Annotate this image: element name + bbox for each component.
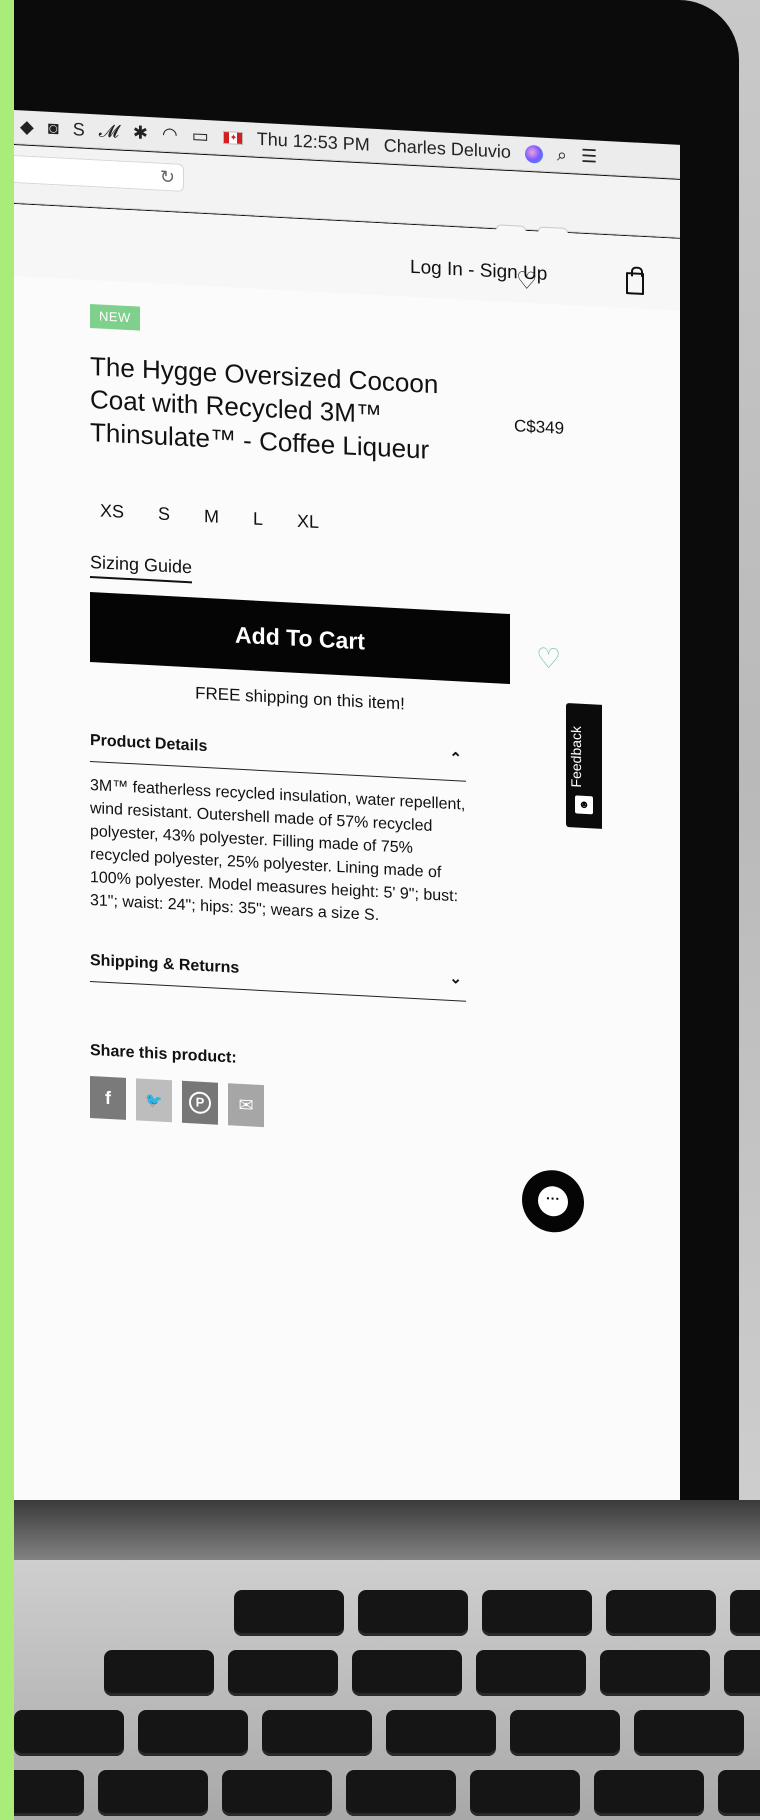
laptop-keyboard [14,1560,760,1820]
keyboard-key [634,1710,744,1756]
keyboard-key [600,1650,710,1696]
size-option-xl[interactable]: XL [297,511,319,533]
size-option-m[interactable]: M [204,506,219,528]
chat-button[interactable]: ··· [522,1168,584,1234]
address-bar[interactable]: ↻ [14,155,184,192]
feedback-face-icon: ☻ [575,795,593,815]
chat-icon: ··· [538,1185,568,1218]
keyboard-key [606,1590,716,1636]
dropbox-icon[interactable]: ◆ [20,116,34,138]
feedback-tab[interactable]: Feedback ☻ [566,702,602,829]
size-option-l[interactable]: L [253,509,263,531]
keyboard-key [262,1710,372,1756]
facebook-icon: f [105,1087,111,1108]
size-option-xs[interactable]: XS [100,501,124,523]
shopping-bag-icon[interactable] [626,272,644,296]
feedback-label: Feedback [568,725,584,788]
keyboard-key [718,1770,760,1816]
twitter-icon: 🐦 [145,1091,163,1109]
keyboard-key [358,1590,468,1636]
product-details-label: Product Details [90,731,208,756]
share-label: Share this product: [90,1041,237,1067]
keyboard-key [346,1770,456,1816]
keyboard-key [98,1770,208,1816]
list-icon[interactable]: ☰ [581,146,597,168]
menubar-clock[interactable]: Thu 12:53 PM [257,129,370,156]
add-to-cart-button[interactable]: Add To Cart [90,591,510,684]
pinterest-share-button[interactable]: P [182,1080,218,1125]
email-icon: ✉ [238,1094,254,1116]
keyboard-key [470,1770,580,1816]
product-title: The Hygge Oversized Cocoon Coat with Rec… [90,350,439,465]
keyboard-key [234,1590,344,1636]
wifi-icon[interactable]: ◠ [162,124,178,146]
flag-icon[interactable]: ✦ [222,130,243,145]
keyboard-row [14,1770,760,1816]
camera-icon[interactable]: ◙ [48,118,59,140]
shipping-returns-toggle[interactable]: Shipping & Returns ⌄ [90,941,466,1002]
screen-content: ◆ ◙ S 𝓜 ✱ ◠ ▭ ✦ Thu 12:53 PM Charles Del… [14,0,680,1500]
keyboard-key [14,1710,124,1756]
product-page: Log In - Sign Up ♡ NEW The Hygge Oversiz… [14,204,680,1500]
sizing-guide-link[interactable]: Sizing Guide [90,551,193,584]
size-option-s[interactable]: S [158,504,170,526]
spotlight-icon[interactable]: ⌕ [557,144,567,166]
keyboard-key [138,1710,248,1756]
keyboard-key [594,1770,704,1816]
chevron-down-icon: ⌄ [449,969,462,988]
product-details-text: 3M™ featherless recycled insulation, wat… [90,776,466,925]
bluetooth-icon[interactable]: ✱ [133,122,148,144]
size-selector: XS S M L XL [100,501,319,533]
heart-icon[interactable]: ♡ [516,266,538,296]
keyboard-row [234,1590,760,1636]
siri-icon[interactable] [524,144,543,164]
pinterest-icon: P [189,1091,211,1115]
battery-icon[interactable]: ▭ [192,125,209,147]
menubar-user[interactable]: Charles Deluvio [384,135,511,163]
keyboard-key [104,1650,214,1696]
facebook-share-button[interactable]: f [90,1075,126,1120]
keyboard-key [352,1650,462,1696]
twitter-share-button[interactable]: 🐦 [136,1078,172,1123]
green-edge-strip [0,0,14,1820]
keyboard-key [476,1650,586,1696]
keyboard-key [222,1770,332,1816]
shipping-returns-label: Shipping & Returns [90,951,240,977]
reload-icon[interactable]: ↻ [160,167,175,189]
app-m-icon[interactable]: 𝓜 [99,120,119,142]
keyboard-row [104,1650,760,1696]
keyboard-key [730,1590,760,1636]
keyboard-key [14,1770,84,1816]
product-price: C$349 [514,416,565,438]
email-share-button[interactable]: ✉ [228,1083,264,1128]
keyboard-key [228,1650,338,1696]
keyboard-key [386,1710,496,1756]
chevron-up-icon: ⌃ [449,749,462,768]
share-buttons: f 🐦 P ✉ [90,1075,264,1128]
skype-icon[interactable]: S [73,119,85,141]
free-shipping-note: FREE shipping on this item! [195,683,405,714]
product-details-toggle[interactable]: Product Details ⌃ [90,721,466,782]
new-badge: NEW [90,303,140,331]
laptop-screen: ◆ ◙ S 𝓜 ✱ ◠ ▭ ✦ Thu 12:53 PM Charles Del… [14,0,680,1500]
wishlist-heart-icon[interactable]: ♡ [536,641,561,675]
keyboard-key [724,1650,760,1696]
keyboard-key [510,1710,620,1756]
keyboard-row [14,1710,744,1756]
keyboard-key [482,1590,592,1636]
